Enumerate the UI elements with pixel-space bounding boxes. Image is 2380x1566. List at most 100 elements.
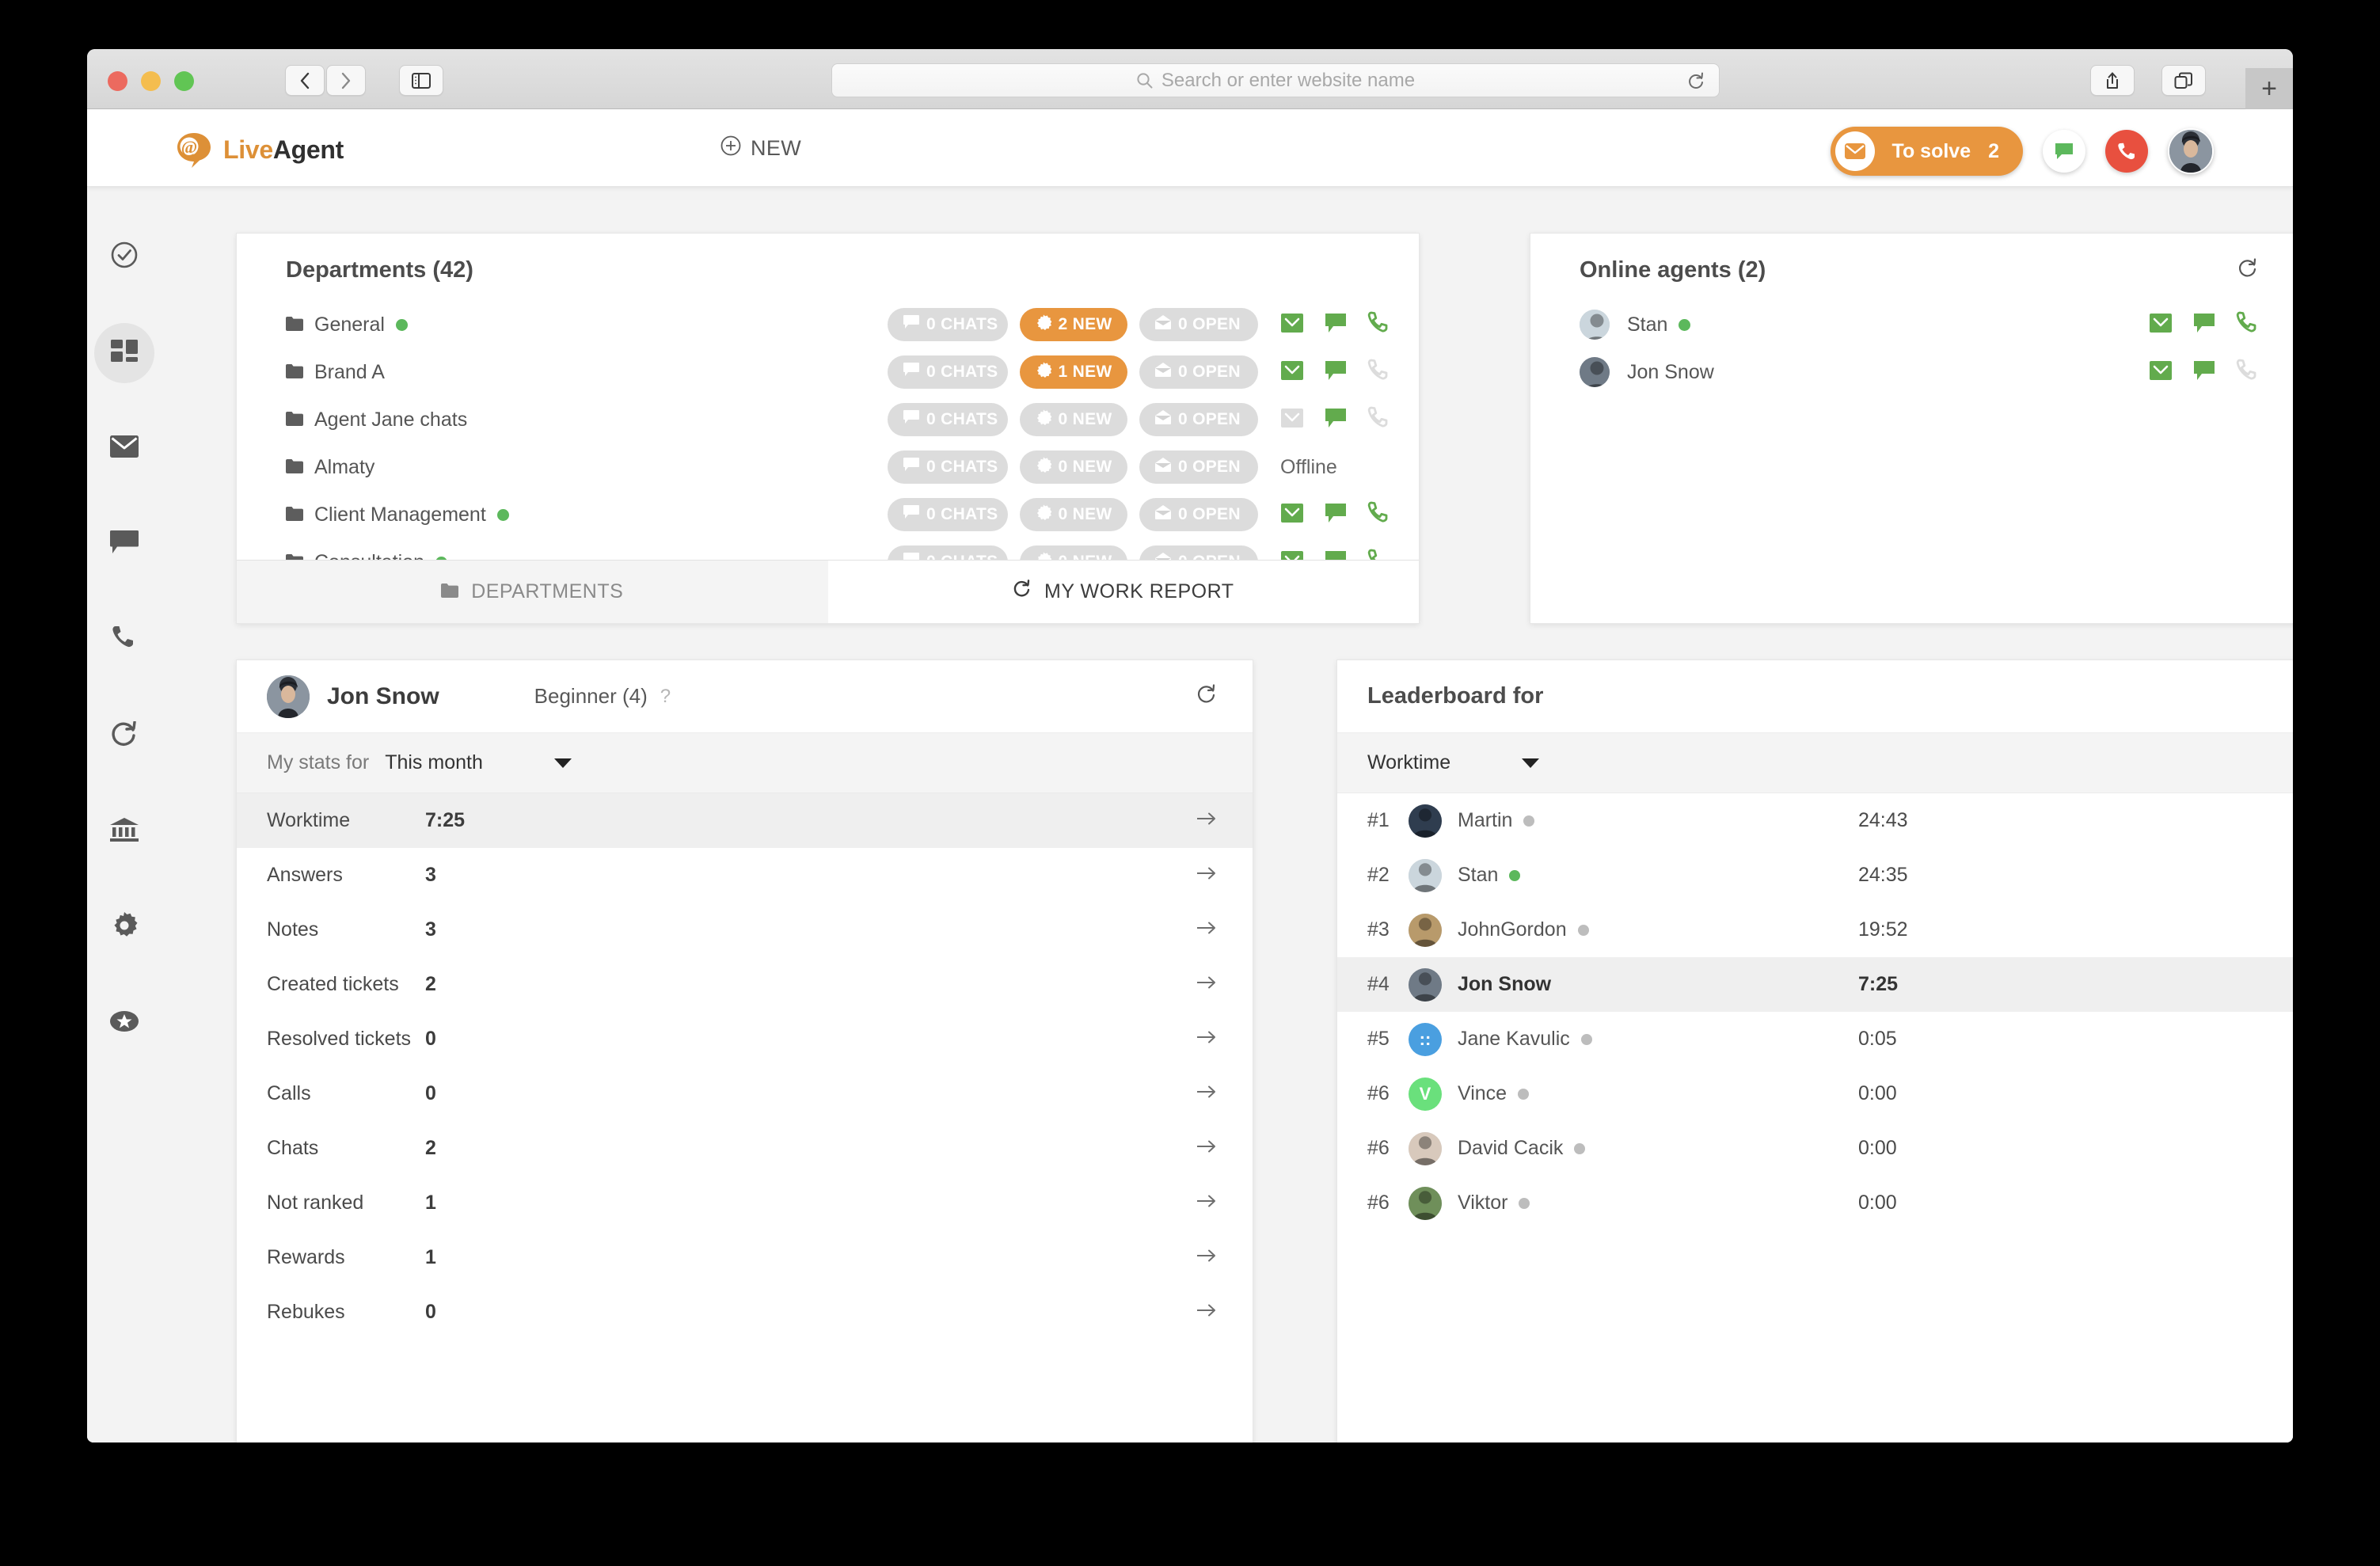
mail-action-icon[interactable] [1280,312,1304,338]
phone-action-icon[interactable] [1367,311,1390,339]
leaderboard-row[interactable]: #5:: Jane Kavulic 0:05 [1337,1012,2293,1066]
back-button[interactable] [285,65,325,96]
to-solve-button[interactable]: To solve 2 [1830,127,2023,176]
chat-action-icon[interactable] [1324,312,1348,338]
stat-row[interactable]: Answers 3 [237,848,1253,903]
mail-action-icon[interactable] [1280,407,1304,433]
sidebar-item-reports[interactable] [87,795,161,869]
stat-row[interactable]: Chats 2 [237,1121,1253,1176]
sidebar-item-settings[interactable] [87,891,161,964]
stat-row[interactable]: Worktime 7:25 [237,793,1253,848]
department-row[interactable]: Agent Jane chats 0 CHATS 0 NEW 0 OPEN [237,396,1419,443]
chat-action-icon[interactable] [2192,359,2216,386]
mail-action-icon[interactable] [2149,312,2173,338]
sidebar-toggle-button[interactable] [399,65,443,96]
department-row[interactable]: Almaty 0 CHATS 0 NEW 0 OPEN Offline [237,443,1419,491]
sidebar-item-dashboard[interactable] [87,316,161,390]
open-badge[interactable]: 0 OPEN [1139,355,1258,389]
sidebar-item-tickets[interactable] [87,220,161,294]
stat-row[interactable]: Notes 3 [237,903,1253,957]
share-button[interactable] [2090,65,2135,96]
open-badge[interactable]: 0 OPEN [1139,403,1258,436]
liveagent-logo[interactable]: @ LiveAgent [176,131,344,169]
online-agent-row[interactable]: Stan [1530,301,2293,348]
chat-action-icon[interactable] [2192,312,2216,338]
sidebar-item-chat[interactable] [87,507,161,581]
mail-action-icon[interactable] [2149,359,2173,386]
new-badge[interactable]: 0 NEW [1020,450,1127,484]
new-badge[interactable]: 0 NEW [1020,498,1127,531]
open-badge[interactable]: 0 OPEN [1139,308,1258,341]
stat-row[interactable]: Created tickets 2 [237,957,1253,1012]
stat-row[interactable]: Rebukes 0 [237,1285,1253,1340]
chats-badge[interactable]: 0 CHATS [888,498,1008,531]
department-row[interactable]: General 0 CHATS 2 NEW 0 OPEN [237,301,1419,348]
new-badge[interactable]: 1 NEW [1020,355,1127,389]
online-agent-row[interactable]: Jon Snow [1530,348,2293,396]
open-badge[interactable]: 0 OPEN [1139,450,1258,484]
refresh-icon[interactable] [1196,684,1217,709]
refresh-icon[interactable] [2237,258,2258,283]
arrow-right-icon[interactable] [1196,1192,1217,1214]
leaderboard-metric-select[interactable]: Worktime [1337,733,2293,793]
leaderboard-row[interactable]: #6 V Vince 0:00 [1337,1066,2293,1121]
address-bar[interactable]: Search or enter website name [831,63,1720,97]
chat-button[interactable] [2043,130,2085,173]
arrow-right-icon[interactable] [1196,1028,1217,1051]
tab-my-work-report[interactable]: MY WORK REPORT [827,561,1419,623]
leaderboard-row[interactable]: #1 Martin 24:43 [1337,793,2293,848]
mail-action-icon[interactable] [1280,502,1304,528]
sidebar-item-calls[interactable] [87,603,161,677]
open-badge[interactable]: 0 OPEN [1139,498,1258,531]
chat-action-icon[interactable] [1324,502,1348,528]
sidebar-item-refresh[interactable] [87,699,161,773]
phone-action-icon[interactable] [2236,359,2258,386]
chats-badge[interactable]: 0 CHATS [888,450,1008,484]
leaderboard-row[interactable]: #2 Stan 24:35 [1337,848,2293,903]
arrow-right-icon[interactable] [1196,918,1217,941]
show-tabs-button[interactable] [2161,65,2206,96]
chats-badge[interactable]: 0 CHATS [888,355,1008,389]
leaderboard-row[interactable]: #6 David Cacik 0:00 [1337,1121,2293,1176]
close-window-button[interactable] [108,71,127,91]
chats-badge[interactable]: 0 CHATS [888,403,1008,436]
reload-icon[interactable] [1687,72,1705,95]
chats-badge[interactable]: 0 CHATS [888,308,1008,341]
help-icon[interactable]: ? [660,686,671,708]
new-tab-button[interactable]: + [2245,68,2293,109]
stat-row[interactable]: Resolved tickets 0 [237,1012,1253,1066]
sidebar-item-rewards[interactable] [87,986,161,1060]
stat-row[interactable]: Rewards 1 [237,1230,1253,1285]
department-row[interactable]: Client Management 0 CHATS 0 NEW 0 OPEN [237,491,1419,538]
forward-button[interactable] [326,65,366,96]
phone-action-icon[interactable] [1367,501,1390,529]
user-avatar[interactable] [2168,128,2214,174]
new-badge[interactable]: 2 NEW [1020,308,1127,341]
phone-action-icon[interactable] [1367,359,1390,386]
arrow-right-icon[interactable] [1196,973,1217,996]
new-badge[interactable]: 0 NEW [1020,403,1127,436]
stat-row[interactable]: Not ranked 1 [237,1176,1253,1230]
stat-row[interactable]: Calls 0 [237,1066,1253,1121]
call-button[interactable] [2105,130,2148,173]
tab-departments[interactable]: DEPARTMENTS [237,561,828,623]
minimize-window-button[interactable] [141,71,161,91]
arrow-right-icon[interactable] [1196,1082,1217,1105]
leaderboard-row[interactable]: #4 Jon Snow 7:25 [1337,957,2293,1012]
maximize-window-button[interactable] [174,71,194,91]
department-row[interactable]: Brand A 0 CHATS 1 NEW 0 OPEN [237,348,1419,396]
my-stats-period-select[interactable]: This month [385,751,572,774]
chat-action-icon[interactable] [1324,359,1348,386]
chat-action-icon[interactable] [1324,407,1348,433]
arrow-right-icon[interactable] [1196,864,1217,887]
arrow-right-icon[interactable] [1196,1301,1217,1324]
phone-action-icon[interactable] [2236,311,2258,339]
arrow-right-icon[interactable] [1196,1137,1217,1160]
leaderboard-row[interactable]: #6 Viktor 0:00 [1337,1176,2293,1230]
new-button[interactable]: NEW [720,135,801,162]
leaderboard-row[interactable]: #3 JohnGordon 19:52 [1337,903,2293,957]
arrow-right-icon[interactable] [1196,1246,1217,1269]
sidebar-item-mail[interactable] [87,412,161,485]
mail-action-icon[interactable] [1280,359,1304,386]
phone-action-icon[interactable] [1367,406,1390,434]
